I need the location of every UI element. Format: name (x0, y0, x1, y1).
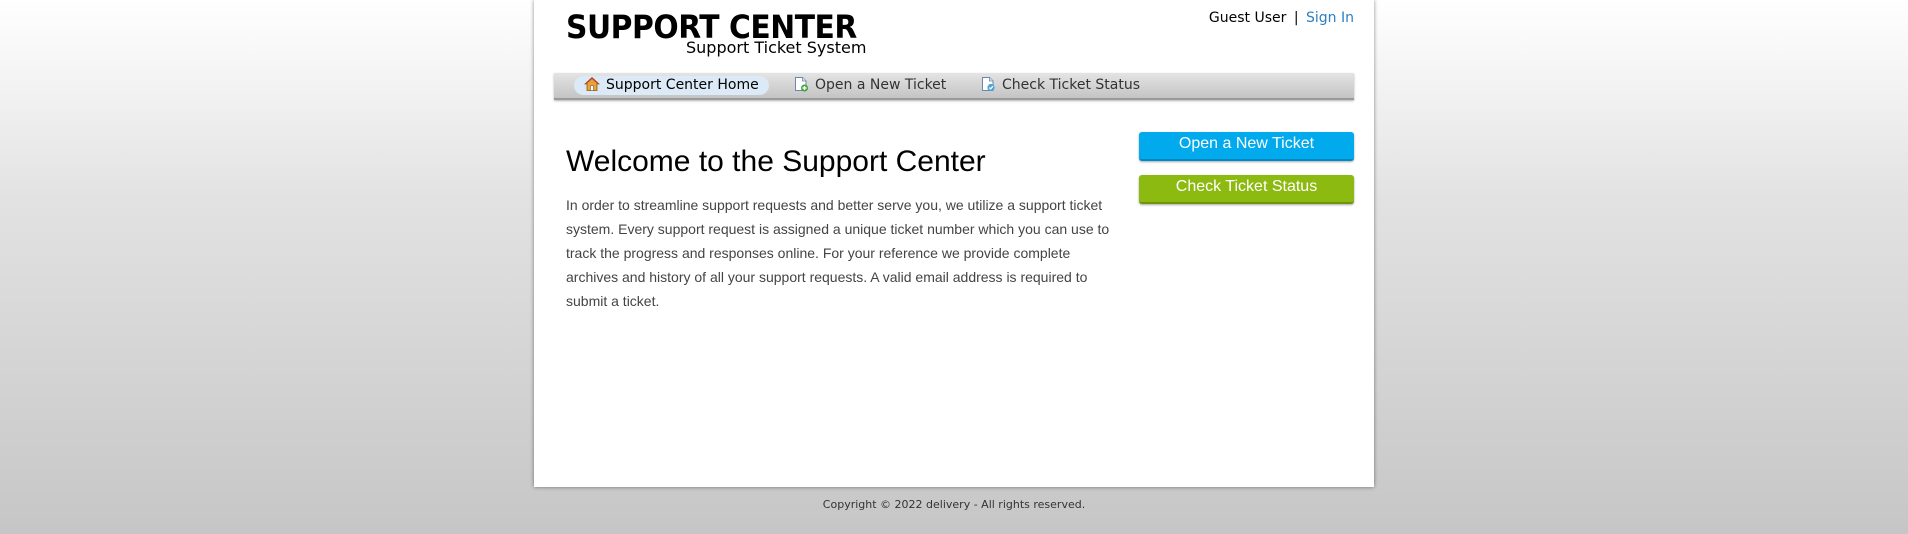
ticket-status-icon (980, 76, 996, 92)
nav-label-check-status: Check Ticket Status (1002, 77, 1140, 93)
user-bar-separator: | (1293, 10, 1299, 26)
page-title: Welcome to the Support Center (566, 145, 986, 178)
home-icon (583, 76, 601, 92)
nav-open-new-ticket[interactable]: Open a New Ticket (783, 76, 956, 95)
footer-copyright: Copyright © 2022 delivery - All rights r… (822, 498, 1086, 511)
main-nav: Support Center Home Open a New Ticket Ch… (554, 73, 1354, 100)
user-bar: Guest User | Sign In (1209, 10, 1354, 26)
check-ticket-status-button[interactable]: Check Ticket Status (1139, 175, 1354, 204)
logo-subtitle: Support Ticket System (686, 38, 867, 57)
page-container: SUPPORT CENTER Support Ticket System Gue… (534, 0, 1374, 487)
sign-in-link[interactable]: Sign In (1306, 10, 1354, 26)
logo[interactable]: SUPPORT CENTER Support Ticket System (566, 8, 866, 60)
guest-user-label: Guest User (1208, 10, 1287, 26)
intro-text: In order to streamline support requests … (566, 197, 1110, 309)
nav-support-center-home[interactable]: Support Center Home (574, 76, 769, 95)
open-new-ticket-button[interactable]: Open a New Ticket (1139, 132, 1354, 161)
nav-check-ticket-status[interactable]: Check Ticket Status (970, 76, 1150, 95)
nav-label-open-ticket: Open a New Ticket (815, 77, 947, 93)
new-ticket-icon (793, 76, 809, 92)
nav-label-home: Support Center Home (606, 77, 759, 93)
